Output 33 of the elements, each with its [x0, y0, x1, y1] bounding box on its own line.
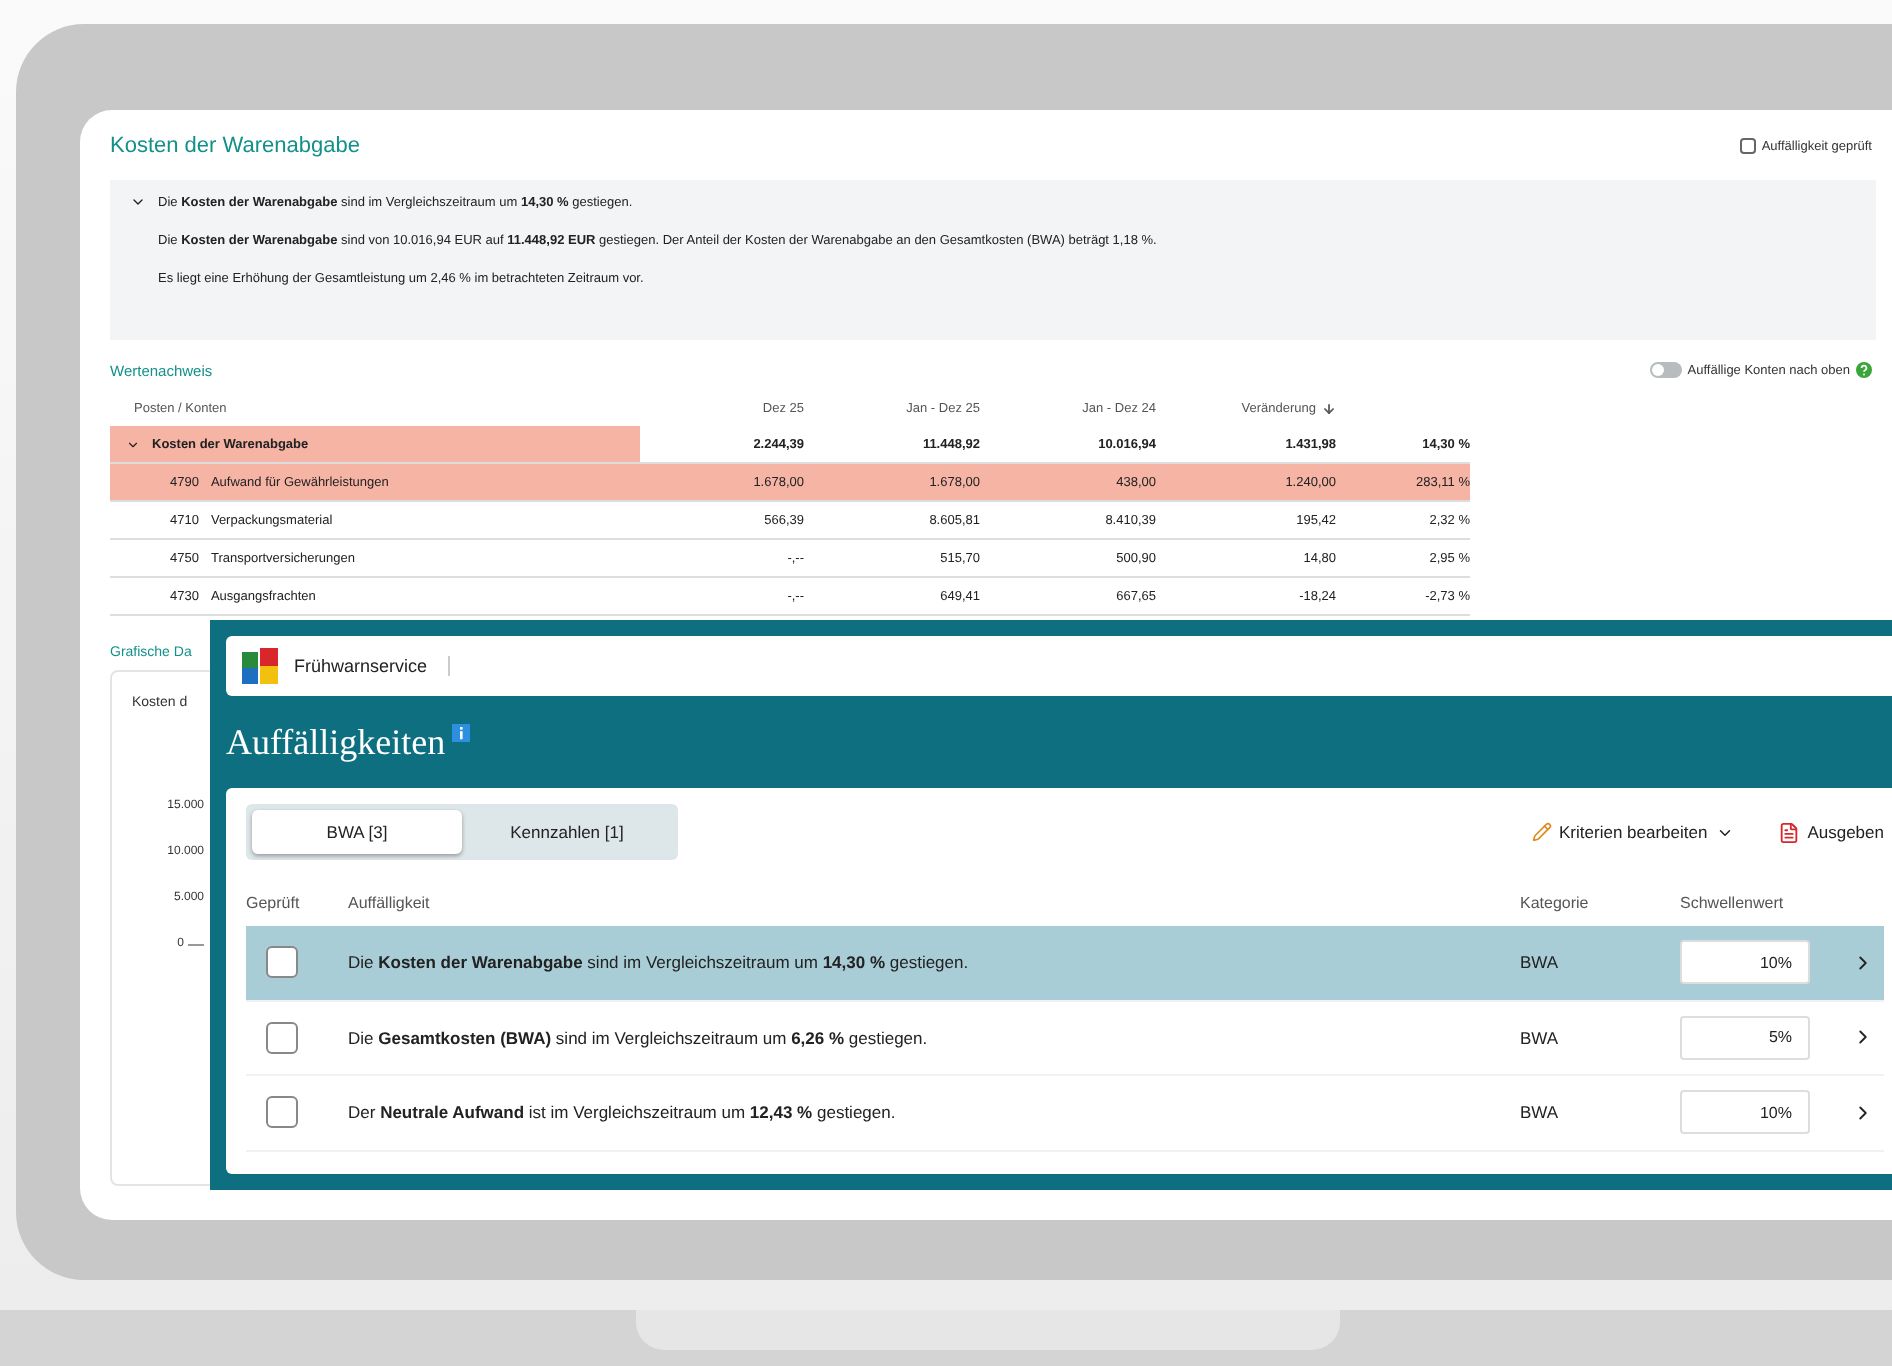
column-header: Kategorie: [1520, 893, 1589, 911]
app-name: Frühwarnservice: [294, 656, 450, 676]
window-title: Auffälligkeiten: [226, 721, 446, 763]
category-text: BWA: [1520, 1102, 1559, 1123]
document-icon[interactable]: [1777, 821, 1800, 843]
toggle-switch[interactable]: [1649, 362, 1682, 378]
tab[interactable]: BWA [3]: [252, 810, 462, 854]
sort-arrow-icon[interactable]: [1322, 402, 1336, 416]
edit-criteria-button[interactable]: Kriterien bearbeiten: [1531, 821, 1734, 843]
export-button[interactable]: Ausgeben: [1777, 821, 1884, 843]
category-text: BWA: [1520, 952, 1559, 973]
column-header: Geprüft: [246, 893, 300, 911]
logo-icon: [242, 648, 278, 684]
pencil-icon[interactable]: [1531, 822, 1552, 842]
alert-text[interactable]: Der Neutrale Aufwand ist im Vergleichszeitraum um 12,43 % gestiegen.: [348, 1102, 896, 1123]
checkbox[interactable]: [266, 1021, 298, 1054]
category-text: BWA: [1520, 1027, 1559, 1048]
chevron-down-icon[interactable]: [130, 194, 146, 210]
tab[interactable]: Kennzahlen [1]: [462, 810, 672, 854]
column-header: Schwellenwert: [1680, 893, 1784, 911]
column-header: Auffälligkeit: [348, 893, 430, 911]
alert-text[interactable]: Die Kosten der Warenabgabe sind im Vergleichszeitraum um 14,30 % gestiegen.: [348, 952, 969, 973]
threshold-field[interactable]: 5%: [1680, 1015, 1810, 1060]
page-title: Kosten der Warenabgabe: [110, 134, 360, 158]
info-icon[interactable]: [451, 724, 470, 742]
threshold-field[interactable]: 10%: [1680, 1090, 1810, 1135]
checkbox[interactable]: [266, 946, 298, 979]
alert-text[interactable]: Die Gesamtkosten (BWA) sind im Vergleichszeitraum um 6,26 % gestiegen.: [348, 1027, 928, 1048]
reviewed-checkbox[interactable]: [1739, 138, 1756, 154]
checkbox[interactable]: [266, 1096, 298, 1129]
chevron-down-icon[interactable]: [126, 437, 140, 451]
threshold-field[interactable]: 10%: [1680, 940, 1810, 985]
help-icon[interactable]: [1856, 362, 1872, 378]
